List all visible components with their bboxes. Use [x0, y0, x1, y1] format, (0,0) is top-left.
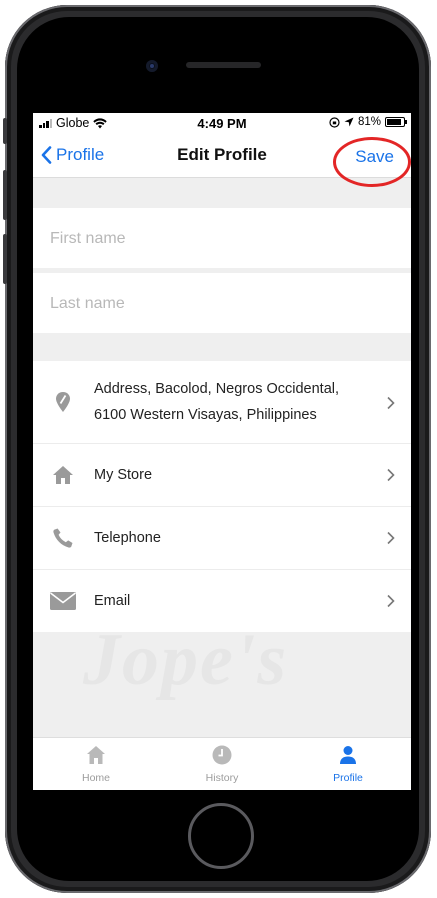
email-label: Email	[94, 593, 131, 609]
volume-up-button	[3, 170, 7, 220]
battery-icon	[385, 117, 407, 127]
tab-home-label: Home	[81, 772, 110, 784]
earpiece-speaker	[186, 62, 261, 68]
first-name-input[interactable]	[48, 208, 382, 270]
tab-bar: Home History Profile	[33, 737, 411, 790]
my-store-label: My Store	[94, 467, 153, 483]
phone-icon	[53, 528, 73, 548]
tab-home[interactable]: Home	[33, 738, 159, 790]
orientation-lock-icon	[329, 116, 340, 128]
tab-history[interactable]: History	[159, 738, 285, 790]
telephone-label: Telephone	[94, 530, 161, 546]
chevron-right-icon	[387, 531, 395, 545]
chevron-right-icon	[387, 468, 395, 482]
mail-icon	[50, 592, 76, 610]
home-button[interactable]	[188, 803, 254, 869]
chevron-right-icon	[387, 396, 395, 410]
chevron-right-icon	[387, 594, 395, 608]
first-name-row	[33, 208, 411, 270]
address-row[interactable]: Address, Bacolod, Negros Occidental, 610…	[33, 361, 411, 444]
brand-watermark: Jope's	[83, 619, 289, 701]
telephone-row[interactable]: Telephone	[33, 507, 411, 570]
last-name-row	[33, 273, 411, 335]
mute-switch	[3, 118, 7, 144]
tab-history-label: History	[205, 772, 239, 784]
my-store-row[interactable]: My Store	[33, 444, 411, 507]
home-icon	[87, 746, 105, 764]
location-arrow-icon	[344, 117, 354, 127]
clock-icon	[212, 745, 232, 765]
app-screen: Globe 4:49 PM 81% Profile Edit Profile S…	[33, 113, 411, 790]
profile-details-list: Address, Bacolod, Negros Occidental, 610…	[33, 361, 411, 632]
tab-profile-label: Profile	[333, 772, 363, 784]
volume-down-button	[3, 234, 7, 284]
address-line-2: 6100 Western Visayas, Philippines	[94, 407, 317, 423]
tab-profile[interactable]: Profile	[285, 738, 411, 790]
front-camera	[146, 60, 158, 72]
location-pin-icon	[56, 392, 70, 412]
status-bar: Globe 4:49 PM 81%	[33, 113, 411, 133]
person-icon	[340, 746, 356, 764]
save-highlight-annotation	[333, 137, 411, 187]
home-icon	[53, 466, 73, 484]
battery-percent: 81%	[357, 116, 381, 128]
last-name-input[interactable]	[48, 273, 382, 335]
address-line-1: Address, Bacolod, Negros Occidental,	[94, 381, 340, 397]
